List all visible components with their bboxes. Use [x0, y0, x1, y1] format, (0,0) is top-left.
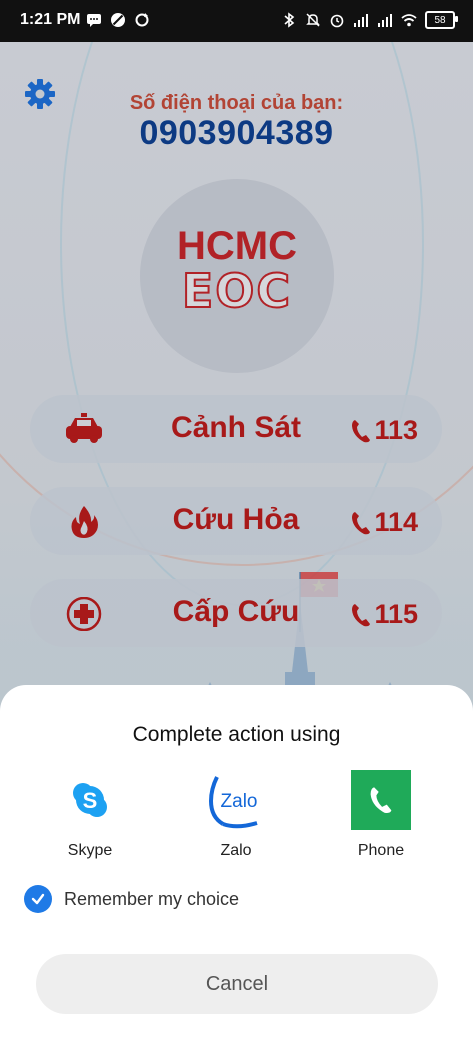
- remember-choice-row[interactable]: Remember my choice: [24, 885, 239, 913]
- message-icon: [87, 14, 101, 27]
- phone-icon: [351, 770, 411, 830]
- chooser-sheet: Complete action using S Skype Zalo Zalo …: [0, 685, 473, 1050]
- status-time: 1:21 PM: [20, 11, 81, 28]
- app-name-phone: Phone: [357, 842, 405, 859]
- zalo-icon: Zalo: [206, 770, 266, 830]
- sheet-title: Complete action using: [132, 723, 341, 746]
- cancel-button[interactable]: Cancel: [36, 954, 438, 1014]
- mute-icon: [306, 13, 320, 27]
- check-icon: [31, 893, 45, 905]
- app-option-zalo[interactable]: Zalo Zalo: [181, 770, 291, 860]
- status-left-icons: [86, 12, 150, 28]
- app-name-zalo: Zalo: [220, 842, 252, 859]
- wifi-icon: [401, 14, 417, 27]
- status-right-icons: 58: [281, 11, 458, 29]
- status-bar: 1:21 PM 58: [0, 0, 473, 42]
- battery-icon: 58: [425, 11, 458, 29]
- battery-level: 58: [434, 14, 446, 26]
- block-icon: [111, 13, 125, 27]
- app-option-skype[interactable]: S Skype: [35, 770, 145, 860]
- sync-icon: [135, 13, 149, 27]
- alarm-icon: [330, 14, 344, 28]
- svg-text:Zalo: Zalo: [221, 791, 258, 812]
- remember-label: Remember my choice: [64, 888, 240, 909]
- app-name-skype: Skype: [67, 842, 113, 859]
- remember-checkbox[interactable]: [24, 885, 52, 913]
- app-option-phone[interactable]: Phone: [326, 770, 436, 860]
- signal-icon: [378, 14, 392, 27]
- bluetooth-icon: [284, 12, 295, 28]
- svg-text:S: S: [83, 788, 98, 813]
- skype-icon: S: [60, 770, 120, 830]
- signal-icon: [354, 14, 368, 27]
